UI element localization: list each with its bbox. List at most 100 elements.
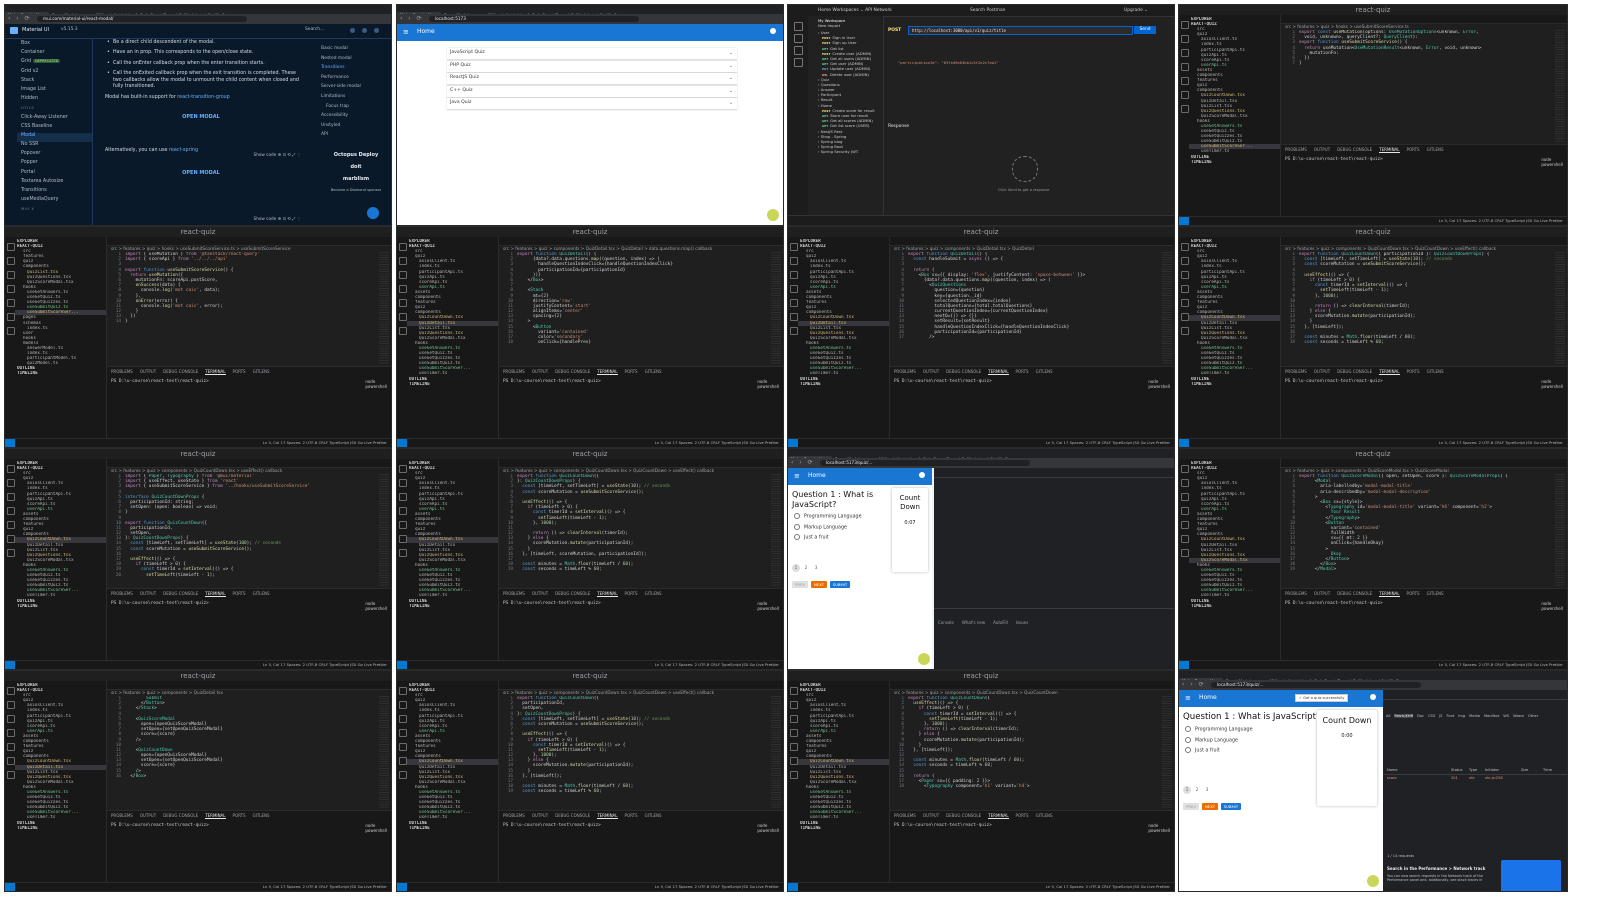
activity-icon[interactable] xyxy=(790,285,798,293)
activity-icon[interactable] xyxy=(1181,21,1189,29)
toc-item[interactable]: Focus trap xyxy=(321,104,391,114)
shell-item[interactable]: powershell xyxy=(757,828,779,833)
panel-tab[interactable]: PROBLEMS xyxy=(1285,369,1307,374)
terminal-prompt[interactable]: PS D:\u-course\react-test\react-quiz> xyxy=(894,379,992,384)
activity-icon[interactable] xyxy=(1181,243,1189,251)
activity-icon[interactable] xyxy=(7,715,15,723)
panel-tab[interactable]: PROBLEMS xyxy=(503,591,525,596)
chevron-down-icon[interactable]: ⌄ xyxy=(729,75,733,81)
shell-item[interactable]: powershell xyxy=(365,828,387,833)
remote-indicator[interactable] xyxy=(5,883,15,891)
url-field[interactable]: localhost:5173/quiz/... xyxy=(1211,682,1421,688)
activity-icon[interactable] xyxy=(790,771,798,779)
terminal-prompt[interactable]: PS D:\u-course\react-test\react-quiz> xyxy=(111,823,209,828)
panel-tab[interactable]: DEBUG CONSOLE xyxy=(1337,591,1372,596)
remote-indicator[interactable] xyxy=(788,439,798,447)
activity-icon[interactable] xyxy=(7,285,15,293)
page-button[interactable]: 3 xyxy=(812,564,820,572)
sidebar-item[interactable]: CSS Baseline xyxy=(21,124,92,133)
request-body[interactable]: "participationId": "63fed9a03bb1c5f2e2c7… xyxy=(898,60,999,65)
shell-item[interactable]: powershell xyxy=(757,384,779,389)
panel-tab[interactable]: GITLENS xyxy=(1427,591,1444,596)
new-button[interactable]: New Import xyxy=(808,23,840,28)
code-area[interactable]: 1 export function QuizDetail() {2 {data?.… xyxy=(499,252,769,365)
quiz-accordion[interactable]: PHP Quiz ⌄ xyxy=(447,60,737,73)
shell-item[interactable]: powershell xyxy=(1541,162,1563,167)
panel-tab[interactable]: PORTS xyxy=(233,813,246,818)
activity-icon[interactable] xyxy=(399,493,407,501)
activity-icon[interactable] xyxy=(790,299,798,307)
sponsor-logo[interactable]: marblism xyxy=(323,176,389,182)
sidebar-item[interactable]: Click-Away Listener xyxy=(21,115,92,124)
activity-icon[interactable] xyxy=(399,687,407,695)
activity-icon[interactable] xyxy=(790,715,798,723)
remote-indicator[interactable] xyxy=(397,883,407,891)
page-button[interactable]: 2 xyxy=(802,564,810,572)
code-area[interactable]: 1 import { useMutation } from '@tanstack/… xyxy=(107,252,377,365)
panel-tab[interactable]: GITLENS xyxy=(1036,813,1053,818)
activity-icon[interactable] xyxy=(1181,313,1189,321)
activity-icon[interactable] xyxy=(399,743,407,751)
activity-icon[interactable] xyxy=(790,327,798,335)
panel-tab[interactable]: PORTS xyxy=(1016,369,1029,374)
toc-item[interactable]: Server-side modal xyxy=(321,84,391,94)
answer-option[interactable]: Markup Language xyxy=(1185,737,1238,743)
panel-tab[interactable]: DEBUG CONSOLE xyxy=(163,813,198,818)
sidebar-item[interactable]: Grid DEPRECATED xyxy=(21,59,92,68)
panel-tab[interactable]: TERMINAL xyxy=(1379,369,1400,375)
sponsor-logo[interactable]: doit xyxy=(323,164,389,170)
quiz-accordion[interactable]: JavaScript Quiz ⌄ xyxy=(447,48,737,60)
url-field[interactable]: localhost:5173/quiz/... xyxy=(820,460,1030,466)
code-area[interactable]: 1 Submit 2 </Button> 3 </Stack> 4 5 <QuizSco… xyxy=(107,696,377,809)
search-input[interactable]: Search Postman xyxy=(970,8,1005,13)
column-header[interactable]: Size xyxy=(1521,768,1528,772)
panel-tab[interactable]: DEBUG CONSOLE xyxy=(163,369,198,374)
code-area[interactable]: 1 export function QuizCountDown({ partici… xyxy=(1281,252,1553,365)
shell-item[interactable]: powershell xyxy=(1541,606,1563,611)
filter-chip[interactable]: Fetch/XHR xyxy=(1394,714,1414,718)
drawer-tab[interactable]: Console xyxy=(938,620,954,625)
activity-icon[interactable] xyxy=(790,257,798,265)
sidebar-item[interactable]: Image List xyxy=(21,87,92,96)
panel-tab[interactable]: GITLENS xyxy=(645,369,662,374)
github-icon[interactable] xyxy=(350,28,355,33)
panel-tab[interactable]: PORTS xyxy=(1407,147,1420,152)
remote-indicator[interactable] xyxy=(1179,217,1189,225)
drawer-tab[interactable]: Issues xyxy=(1016,620,1028,625)
shell-item[interactable]: powershell xyxy=(1148,384,1170,389)
account-icon[interactable] xyxy=(770,28,776,34)
activity-icon[interactable] xyxy=(399,535,407,543)
page-button[interactable]: 2 xyxy=(1193,786,1201,794)
activity-icon[interactable] xyxy=(1181,327,1189,335)
sidebar-item[interactable]: Modal xyxy=(17,132,92,143)
activity-icon[interactable] xyxy=(1181,493,1189,501)
chevron-down-icon[interactable]: ⌄ xyxy=(729,88,733,94)
activity-icon[interactable] xyxy=(790,243,798,251)
page-button[interactable]: 3 xyxy=(1203,786,1211,794)
panel-tab[interactable]: GITLENS xyxy=(1427,147,1444,152)
sidebar-item[interactable]: Transitions xyxy=(21,188,92,197)
activity-icon[interactable] xyxy=(399,757,407,765)
menu-icon[interactable]: ≡ xyxy=(403,28,409,36)
activity-icon[interactable] xyxy=(399,771,407,779)
show-code-button[interactable]: Show code ⊕ ⊡ ⟲ ⤢ ⋮ xyxy=(254,216,301,221)
panel-tab[interactable]: DEBUG CONSOLE xyxy=(555,369,590,374)
toc-item[interactable]: API xyxy=(321,132,391,142)
page-button[interactable]: 1 xyxy=(1183,786,1191,794)
panel-tab[interactable]: TERMINAL xyxy=(205,369,226,375)
avatar[interactable] xyxy=(767,209,779,221)
panel-tab[interactable]: OUTPUT xyxy=(140,591,156,596)
activity-icon[interactable] xyxy=(399,549,407,557)
chevron-down-icon[interactable]: ⌄ xyxy=(729,63,733,69)
toc-item[interactable]: Unstyled xyxy=(321,123,391,133)
activity-icon[interactable] xyxy=(399,479,407,487)
activity-icon[interactable] xyxy=(399,257,407,265)
version-chip[interactable]: v5.15.3 xyxy=(61,27,78,32)
column-header[interactable]: Status xyxy=(1451,768,1462,772)
activity-icon[interactable] xyxy=(1181,63,1189,71)
activity-icon[interactable] xyxy=(1181,521,1189,529)
filter-chip[interactable]: Media xyxy=(1469,714,1480,718)
menu-icon[interactable]: ≡ xyxy=(794,472,800,480)
filter-chip[interactable]: Font xyxy=(1446,714,1454,718)
quiz-accordion[interactable]: Java Quiz ⌄ xyxy=(447,98,737,110)
